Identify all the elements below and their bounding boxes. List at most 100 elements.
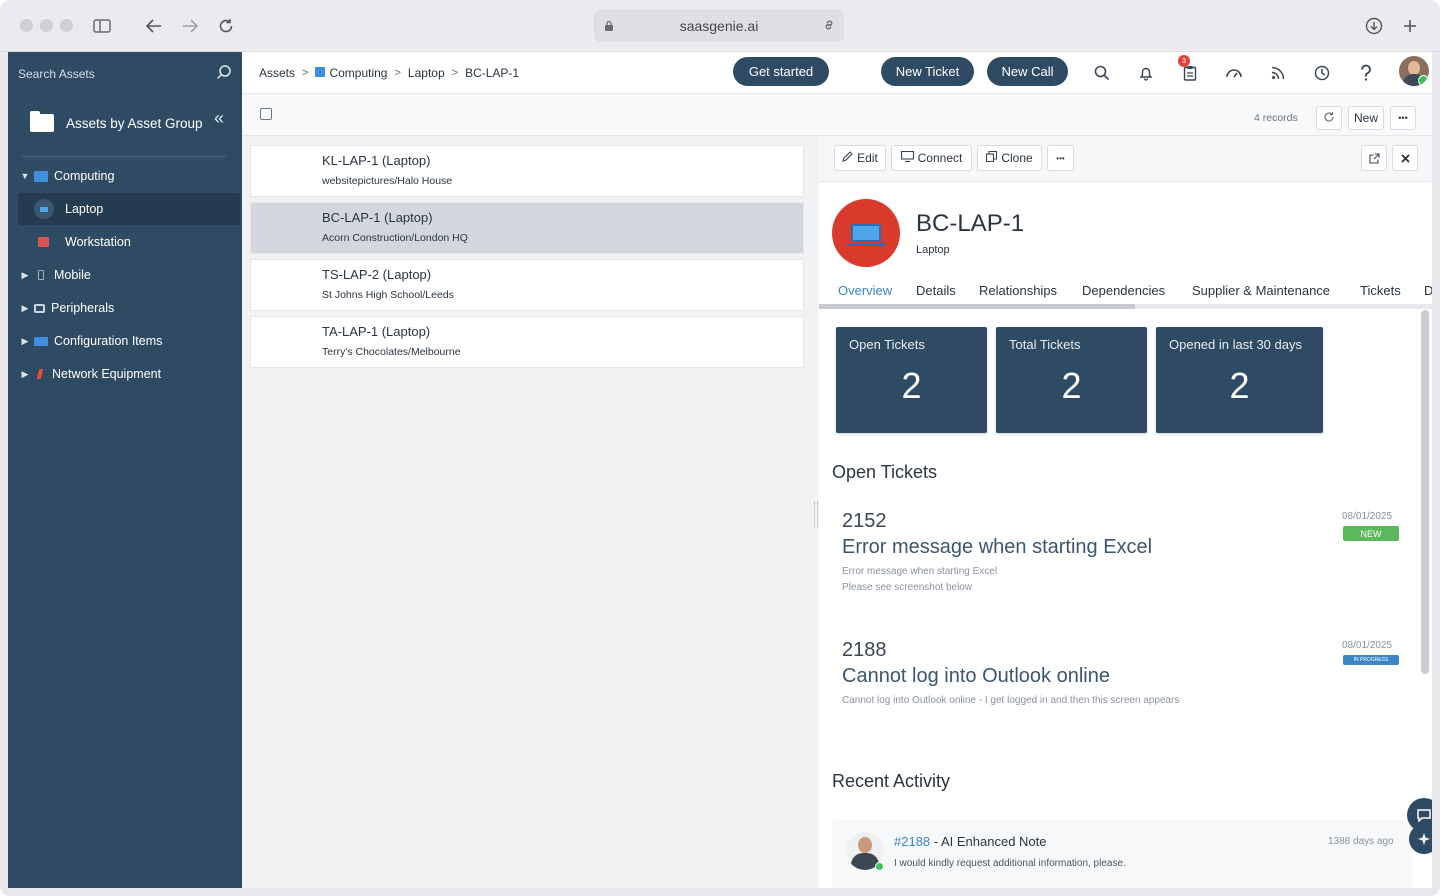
sidebar-item-label: Mobile	[54, 268, 91, 282]
asset-group-title: Assets by Asset Group	[66, 115, 203, 131]
minimize-window-button[interactable]	[40, 19, 53, 32]
asset-subtitle: websitepictures/Halo House	[322, 175, 453, 187]
computing-icon	[315, 67, 326, 77]
ticket-title[interactable]: Error message when starting Excel	[842, 536, 1152, 559]
user-avatar[interactable]	[1399, 56, 1429, 86]
connect-button[interactable]: Connect	[891, 145, 972, 171]
status-badge: NEW	[1343, 526, 1399, 541]
detail-more-button[interactable]: •••	[1047, 145, 1074, 171]
sidebar-item-label: Configuration Items	[54, 334, 163, 348]
breadcrumb-computing-label: Computing	[329, 66, 388, 80]
clone-icon	[986, 150, 998, 165]
sidebar-item-peripherals[interactable]: ▶ Peripherals	[18, 292, 240, 324]
new-call-button[interactable]: New Call	[987, 57, 1068, 86]
sidebar-item-computing[interactable]: ▼ Computing	[18, 160, 240, 192]
ticket-title[interactable]: Cannot log into Outlook online	[842, 665, 1110, 688]
open-external-icon[interactable]	[1361, 145, 1387, 171]
clone-button-label: Clone	[1001, 151, 1033, 165]
refresh-button[interactable]	[1316, 106, 1342, 130]
sidebar-item-network-equipment[interactable]: ▶ Network Equipment	[18, 358, 240, 390]
ticket-date: 08/01/2025	[1342, 640, 1393, 651]
new-ticket-button[interactable]: New Ticket	[881, 57, 974, 86]
breadcrumb-computing[interactable]: Computing	[315, 66, 387, 80]
main-area: Assets > Computing > Laptop > BC-LAP-1 G…	[242, 52, 1432, 888]
folder-icon	[30, 111, 54, 132]
asset-title: BC-LAP-1	[916, 210, 1025, 237]
activity-ticket-link[interactable]: #2188	[894, 834, 930, 849]
asset-list-item-selected[interactable]: BC-LAP-1 (Laptop) Acorn Construction/Lon…	[250, 202, 804, 254]
stat-label: Open Tickets	[849, 337, 925, 352]
stat-card-open-tickets[interactable]: Open Tickets 2	[836, 327, 987, 433]
expand-caret-icon[interactable]: ▶	[18, 369, 32, 380]
detail-toolbar: Edit Connect Clone •••	[819, 136, 1432, 182]
tab-scroll-thumb[interactable]	[819, 304, 1135, 309]
breadcrumb-assets[interactable]: Assets	[259, 66, 295, 80]
search-icon[interactable]	[1092, 63, 1112, 83]
get-started-button[interactable]: Get started	[733, 57, 829, 86]
breadcrumb-separator: >	[302, 67, 309, 79]
tab-supplier-maintenance[interactable]: Supplier & Maintenance	[1192, 283, 1330, 298]
forward-arrow-icon[interactable]	[179, 15, 201, 37]
address-bar[interactable]: saasgenie.ai	[594, 10, 844, 42]
tab-overview[interactable]: Overview	[838, 283, 892, 298]
expand-caret-icon[interactable]: ▶	[18, 303, 32, 314]
edit-button[interactable]: Edit	[834, 145, 886, 171]
expand-caret-icon[interactable]: ▶	[18, 336, 32, 347]
dashboard-gauge-icon[interactable]	[1224, 63, 1244, 83]
activity-time: 1388 days ago	[1328, 836, 1394, 847]
share-link-icon[interactable]	[822, 18, 836, 35]
more-options-button[interactable]: •••	[1390, 106, 1416, 130]
tab-details[interactable]: Details	[916, 283, 956, 298]
stat-card-total-tickets[interactable]: Total Tickets 2	[996, 327, 1147, 433]
asset-list-item[interactable]: KL-LAP-1 (Laptop) websitepictures/Halo H…	[250, 145, 804, 197]
breadcrumb: Assets > Computing > Laptop > BC-LAP-1	[259, 66, 519, 80]
open-tickets-heading: Open Tickets	[832, 462, 938, 482]
clock-icon[interactable]	[1312, 63, 1332, 83]
reload-icon[interactable]	[215, 15, 237, 37]
search-assets-input[interactable]: Search Assets	[8, 52, 242, 94]
tab-relationships[interactable]: Relationships	[979, 283, 1057, 298]
ticket-id[interactable]: 2152	[842, 510, 887, 533]
asset-subtitle: St Johns High School/Leeds	[322, 289, 454, 301]
sparkle-assistant-icon[interactable]	[1409, 824, 1432, 854]
breadcrumb-laptop[interactable]: Laptop	[408, 66, 445, 80]
sidebar-toggle-icon[interactable]	[91, 15, 113, 37]
sidebar-item-laptop[interactable]: Laptop	[18, 193, 240, 225]
tab-tickets[interactable]: Tickets	[1360, 283, 1401, 298]
ticket-id[interactable]: 2188	[842, 639, 887, 662]
detail-scrollbar[interactable]	[1421, 310, 1429, 674]
expand-caret-icon[interactable]: ▶	[18, 270, 32, 281]
clone-button[interactable]: Clone	[977, 145, 1042, 171]
tab-dependencies[interactable]: Dependencies	[1082, 283, 1165, 298]
asset-list-item[interactable]: TA-LAP-1 (Laptop) Terry's Chocolates/Mel…	[250, 316, 804, 368]
back-arrow-icon[interactable]	[143, 15, 165, 37]
stat-value: 2	[1061, 365, 1082, 406]
list-toolbar: 4 records New •••	[242, 94, 1432, 136]
sidebar-item-mobile[interactable]: ▶ Mobile	[18, 259, 240, 291]
rss-feed-icon[interactable]	[1268, 63, 1288, 83]
laptop-icon	[34, 199, 54, 219]
tab-overflow[interactable]: D	[1424, 283, 1432, 298]
stat-card-opened-last-30-days[interactable]: Opened in last 30 days 2	[1156, 327, 1323, 433]
new-asset-button[interactable]: New	[1348, 106, 1384, 130]
sidebar-item-workstation[interactable]: Workstation	[18, 226, 240, 258]
help-icon[interactable]	[1356, 63, 1376, 83]
notification-badge: 3	[1178, 55, 1190, 67]
search-icon[interactable]	[216, 64, 232, 83]
asset-title: BC-LAP-1 (Laptop)	[322, 210, 433, 225]
bell-icon[interactable]	[1136, 63, 1156, 83]
new-tab-icon[interactable]	[1399, 15, 1421, 37]
panel-resize-handle[interactable]	[814, 502, 818, 528]
zoom-window-button[interactable]	[60, 19, 73, 32]
sidebar-item-configuration-items[interactable]: ▶ Configuration Items	[18, 325, 240, 357]
close-window-button[interactable]	[20, 19, 33, 32]
asset-list-item[interactable]: TS-LAP-2 (Laptop) St Johns High School/L…	[250, 259, 804, 311]
select-all-checkbox[interactable]	[260, 108, 272, 120]
collapse-sidebar-icon[interactable]: «	[214, 108, 224, 129]
activity-item[interactable]: #2188 - AI Enhanced Note I would kindly …	[832, 820, 1412, 888]
ticket-date: 08/01/2025	[1342, 511, 1393, 522]
download-icon[interactable]	[1363, 15, 1385, 37]
close-icon[interactable]	[1392, 145, 1418, 171]
tab-scroll-track	[819, 304, 1432, 309]
expand-caret-icon[interactable]: ▼	[18, 171, 32, 181]
